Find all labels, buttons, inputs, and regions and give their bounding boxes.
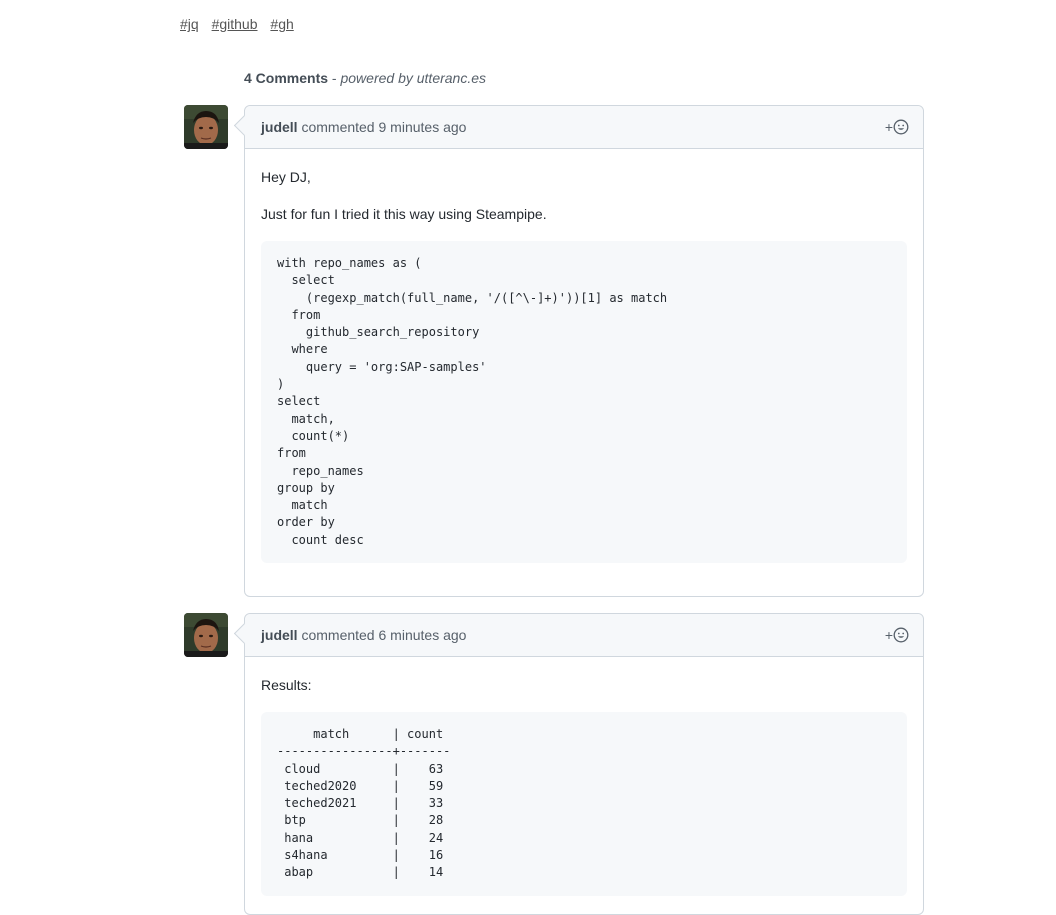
avatar[interactable] — [184, 105, 228, 149]
comment-action: commented — [297, 627, 379, 643]
comment-header: judell commented 6 minutes ago + — [245, 614, 923, 657]
comment-author[interactable]: judell — [261, 627, 298, 643]
add-reaction-button[interactable]: + — [885, 118, 909, 136]
comment-time[interactable]: 9 minutes ago — [379, 119, 467, 135]
smiley-icon — [893, 119, 909, 135]
comments-header: 4 Comments - powered by utteranc.es — [244, 70, 486, 86]
comment-body: Results: match | count ----------------+… — [245, 657, 923, 912]
powered-by-text: powered by utteranc.es — [340, 70, 487, 86]
code-block: with repo_names as ( select (regexp_matc… — [261, 241, 907, 564]
tag-link-github[interactable]: #github — [212, 16, 258, 32]
tag-link-gh[interactable]: #gh — [270, 16, 293, 32]
add-reaction-button[interactable]: + — [885, 626, 909, 644]
comment-paragraph: Results: — [261, 677, 312, 693]
smiley-icon — [893, 627, 909, 643]
plus-icon: + — [884, 119, 893, 135]
comment-body: Hey DJ, Just for fun I tried it this way… — [245, 149, 923, 579]
avatar-photo-icon — [184, 105, 228, 149]
avatar[interactable] — [184, 613, 228, 657]
plus-icon: + — [884, 627, 893, 643]
comment-author[interactable]: judell — [261, 119, 298, 135]
tag-link-jq[interactable]: #jq — [180, 16, 199, 32]
comment-paragraph: Hey DJ, — [261, 169, 311, 185]
tag-list: #jq #github #gh — [180, 16, 303, 32]
comment-box: judell commented 6 minutes ago + Results… — [244, 613, 924, 915]
comment-time[interactable]: 6 minutes ago — [379, 627, 467, 643]
code-block: match | count ----------------+------- c… — [261, 712, 907, 896]
comment-action: commented — [297, 119, 379, 135]
avatar-photo-icon — [184, 613, 228, 657]
comments-count: 4 Comments — [244, 70, 329, 86]
comment-header: judell commented 9 minutes ago + — [245, 106, 923, 149]
comment-paragraph: Just for fun I tried it this way using S… — [261, 206, 547, 222]
comments-separator: - — [328, 70, 341, 86]
comment-box: judell commented 9 minutes ago + Hey DJ,… — [244, 105, 924, 597]
